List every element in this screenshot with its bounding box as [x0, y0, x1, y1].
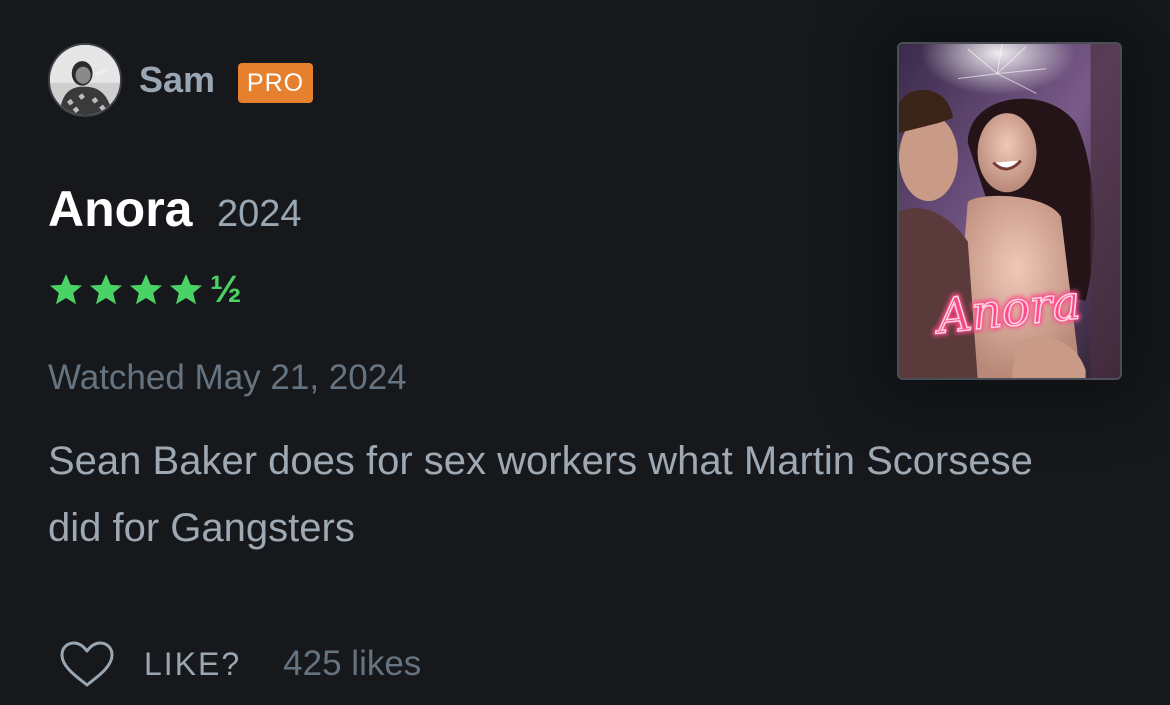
star-icon [170, 274, 202, 305]
watched-date: Watched May 21, 2024 [48, 358, 407, 397]
like-row: LIKE? 425 likes [58, 636, 421, 692]
pro-badge: PRO [238, 63, 313, 103]
review-text: Sean Baker does for sex workers what Mar… [48, 439, 1033, 550]
star-icon [90, 274, 122, 305]
poster-image: Anora Anora [899, 44, 1120, 378]
film-year[interactable]: 2024 [217, 190, 302, 238]
avatar[interactable] [48, 43, 122, 117]
username[interactable]: Sam [139, 58, 215, 102]
star-icon [50, 274, 82, 305]
likes-count[interactable]: 425 likes [283, 644, 421, 684]
half-star: ½ [210, 269, 242, 311]
heart-icon[interactable] [58, 640, 116, 688]
avatar-image [50, 45, 120, 115]
like-button[interactable]: LIKE? [144, 646, 241, 683]
star-rating: ½ [48, 267, 242, 313]
star-icon [130, 274, 162, 305]
film-title[interactable]: Anora [48, 179, 192, 239]
stars-icon [50, 274, 202, 305]
film-poster[interactable]: Anora Anora [897, 42, 1122, 380]
